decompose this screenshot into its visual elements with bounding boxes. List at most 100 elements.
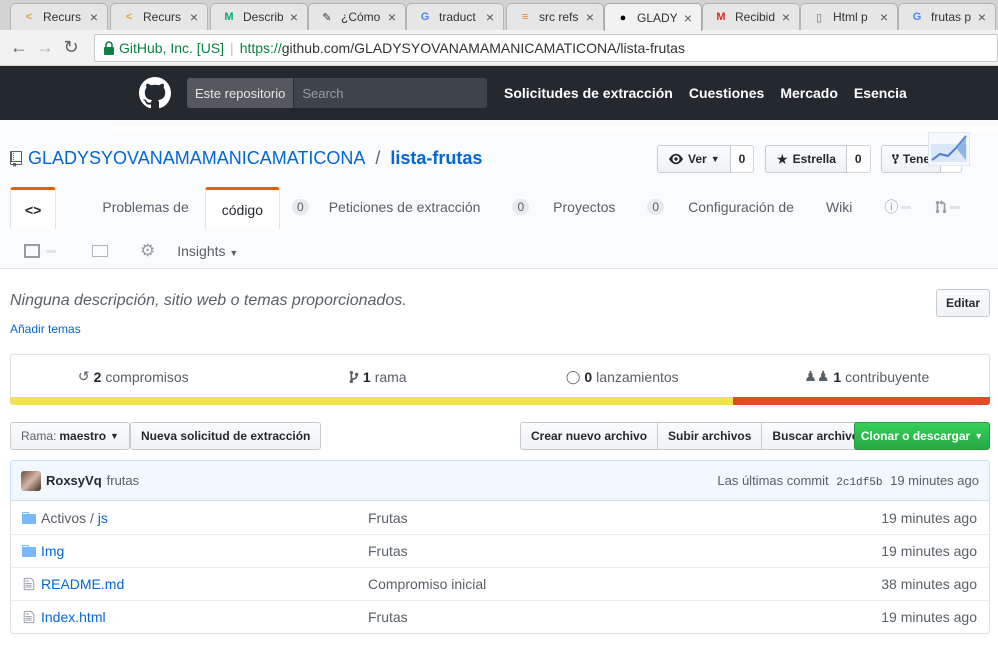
tab-code[interactable]: <>	[10, 187, 57, 229]
gear-icon[interactable]: ⚙	[140, 241, 155, 261]
browser-tab[interactable]: < Recurs ×	[10, 3, 108, 30]
language-segment[interactable]	[10, 397, 734, 405]
url-scheme: https://	[239, 40, 282, 56]
close-icon[interactable]: ×	[87, 9, 101, 25]
close-icon[interactable]: ×	[877, 9, 891, 25]
file-commit-message[interactable]: Frutas	[368, 510, 881, 526]
edit-button[interactable]: Editar	[936, 289, 990, 317]
file-name-text[interactable]: Index.html	[41, 609, 106, 625]
tab-projects-counter[interactable]: 0	[623, 186, 680, 228]
file-name-text[interactable]: js	[98, 510, 108, 526]
search-input[interactable]	[294, 78, 487, 108]
browser-tab[interactable]: ≡ src refs ×	[506, 3, 604, 30]
clone-download-button[interactable]: Clonar o descargar ▼	[854, 422, 990, 450]
create-file-button[interactable]: Crear nuevo archivo	[520, 422, 659, 450]
table-row[interactable]: README.md Compromiso inicial 38 minutes ag…	[11, 567, 989, 600]
forward-icon[interactable]: →	[32, 35, 58, 61]
pulls-count-badge: 0	[512, 199, 530, 215]
file-name[interactable]: Img	[41, 543, 368, 559]
browser-tab[interactable]: ● GLADY ×	[604, 3, 702, 31]
tab-insights[interactable]: Insights ▼	[177, 243, 238, 259]
close-icon[interactable]: ×	[583, 9, 597, 25]
browser-tab[interactable]: Gfrutas p ×	[898, 3, 996, 30]
table-row[interactable]: Activos / js Frutas 19 minutes ago	[11, 501, 989, 534]
browser-tab[interactable]: M Describ ×	[210, 3, 308, 30]
commit-sha[interactable]: 2c1df5b	[836, 477, 882, 489]
branches-summary[interactable]: 1 rama	[256, 355, 501, 398]
close-icon[interactable]: ×	[385, 9, 399, 25]
github-logo-icon[interactable]	[139, 77, 171, 109]
commit-author[interactable]: RoxsyVq	[46, 473, 102, 488]
browser-tab[interactable]: ▯ Html p ×	[800, 3, 898, 30]
reload-icon[interactable]: ↻	[58, 35, 84, 61]
tab-pulls-counter[interactable]: 0	[488, 186, 545, 228]
tab-pull-requests[interactable]: Peticiones de extracción	[321, 186, 489, 228]
watch-count[interactable]: 0	[730, 145, 755, 173]
upload-files-button[interactable]: Subir archivos	[657, 422, 763, 450]
tab-issues-label[interactable]: Problemas de	[56, 186, 188, 228]
browser-tab[interactable]: M Recibid ×	[702, 3, 800, 30]
address-bar[interactable]: GitHub, Inc. [US] | https://github.com/G…	[94, 34, 998, 62]
nav-issues[interactable]: Cuestiones	[689, 85, 764, 101]
repo-name-link[interactable]: lista-frutas	[390, 148, 482, 169]
commit-message[interactable]: frutas	[107, 473, 140, 488]
tab-wiki-text: Wiki	[825, 199, 853, 215]
file-commit-message[interactable]: Frutas	[368, 543, 881, 559]
contributors-summary[interactable]: ♟♟ 1 contribuyente	[745, 355, 990, 398]
table-row[interactable]: Index.html Frutas 19 minutes ago	[11, 600, 989, 633]
releases-summary[interactable]: ◯ 0 lanzamientos	[500, 355, 745, 398]
new-pull-request-button[interactable]: Nueva solicitud de extracción	[130, 422, 322, 450]
nav-marketplace[interactable]: Mercado	[780, 85, 838, 101]
browser-tab-label: Recibid	[735, 10, 775, 24]
file-name[interactable]: README.md	[41, 576, 368, 592]
tab-issues-counter[interactable]: 0	[280, 186, 321, 228]
file-name-text[interactable]: Img	[41, 543, 64, 559]
projects-board-icon[interactable]	[24, 244, 40, 258]
browser-tab[interactable]: < Recurs ×	[110, 3, 208, 30]
close-icon[interactable]: ×	[287, 9, 301, 25]
star-count[interactable]: 0	[846, 145, 871, 173]
book-icon[interactable]	[92, 245, 108, 257]
close-icon[interactable]: ×	[975, 9, 989, 25]
tab-code-label[interactable]: código	[204, 187, 281, 229]
tab-wiki[interactable]: Wiki	[802, 186, 876, 228]
browser-tab[interactable]: ✎ ¿Cómo ×	[308, 3, 406, 30]
close-icon[interactable]: ×	[483, 9, 497, 25]
file-commit-message[interactable]: Frutas	[368, 609, 881, 625]
fork-icon	[892, 154, 899, 164]
file-name[interactable]: Index.html	[41, 609, 368, 625]
table-row[interactable]: Img Frutas 19 minutes ago	[11, 534, 989, 567]
tab-settings[interactable]: Configuración de	[680, 186, 802, 228]
close-icon[interactable]: ×	[681, 10, 695, 26]
code-icon: <>	[25, 201, 42, 218]
close-icon[interactable]: ×	[187, 9, 201, 25]
file-name-text[interactable]: README.md	[41, 576, 124, 592]
back-icon[interactable]: ←	[6, 35, 32, 61]
site-identity[interactable]: GitHub, Inc. [US]	[119, 40, 224, 56]
tab-projects[interactable]: Proyectos	[545, 186, 623, 228]
watch-button[interactable]: Ver ▼	[657, 145, 731, 173]
repo-owner-link[interactable]: GLADYSYOVANAMAMANICAMATICONA	[28, 148, 365, 169]
browser-tab-label: traduct	[439, 10, 476, 24]
close-icon[interactable]: ×	[779, 9, 793, 25]
language-bar[interactable]	[10, 397, 990, 405]
browser-tab-label: Describ	[243, 10, 283, 24]
folder-icon	[21, 511, 37, 525]
star-button[interactable]: ★ Estrella	[765, 145, 847, 173]
file-commit-message[interactable]: Compromiso inicial	[368, 576, 881, 592]
commits-summary[interactable]: ↺ 2 compromisos	[11, 355, 256, 398]
nav-gist[interactable]: Esencia	[854, 85, 907, 101]
tab-issues-icon[interactable]: ⓘ	[876, 186, 919, 228]
nav-pull-requests[interactable]: Solicitudes de extracción	[504, 85, 673, 101]
language-segment[interactable]	[733, 397, 990, 405]
browser-tab[interactable]: Gtraduct ×	[406, 3, 504, 30]
file-path-prefix[interactable]: Activos /	[41, 510, 98, 526]
file-age: 38 minutes ago	[881, 576, 977, 592]
file-name[interactable]: Activos / js	[41, 510, 368, 526]
tab-pulls-icon[interactable]	[919, 186, 976, 228]
branches-count: 1	[362, 368, 371, 385]
avatar[interactable]	[21, 470, 41, 491]
search-scope[interactable]: Este repositorio	[187, 78, 295, 108]
branch-select-button[interactable]: Rama: maestro ▼	[10, 422, 130, 450]
add-topics-link[interactable]: Añadir temas	[10, 322, 81, 336]
